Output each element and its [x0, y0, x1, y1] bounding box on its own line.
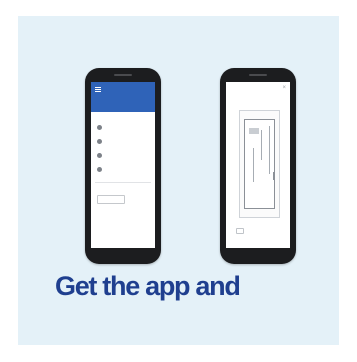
- about-section-label: [91, 183, 155, 192]
- phone-speaker: [249, 74, 267, 76]
- menu-item-bill-pay: [91, 148, 155, 162]
- menu-item-alerts: [91, 162, 155, 176]
- sign-out-button: [97, 195, 125, 204]
- menu-section-label: [91, 112, 155, 120]
- capture-button: [236, 228, 244, 234]
- phone-speaker: [114, 74, 132, 76]
- menu-item-deposit: [91, 120, 155, 134]
- transfer-icon: [97, 138, 102, 144]
- app-bar: [91, 82, 155, 112]
- app-menu-screen: [91, 82, 155, 248]
- bill-pay-icon: [97, 152, 102, 158]
- hamburger-menu-icon: [95, 87, 101, 92]
- alerts-icon: [97, 166, 102, 172]
- phone-check-capture-screen: ×: [220, 68, 296, 264]
- menu-item-transfer: [91, 134, 155, 148]
- promo-panel: × Get the app and: [18, 16, 339, 345]
- check-capture-frame: [239, 110, 280, 218]
- deposit-icon: [97, 124, 102, 130]
- check-capture-screen: ×: [226, 82, 290, 248]
- check-image: [244, 119, 275, 209]
- close-icon: ×: [282, 85, 286, 91]
- headline: Get the app and: [55, 271, 241, 301]
- phone-menu-screen: [85, 68, 161, 264]
